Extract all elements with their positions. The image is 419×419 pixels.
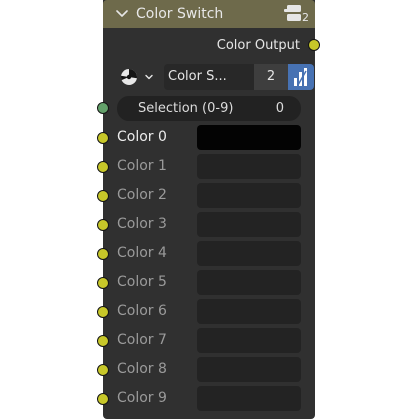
color-swatch-field[interactable]: [197, 328, 301, 353]
color-swatch-field[interactable]: [197, 299, 301, 324]
color-input-socket[interactable]: [97, 393, 109, 405]
color-input-label: Color 1: [117, 158, 167, 174]
color-swatch-field[interactable]: [197, 357, 301, 382]
color-input-label: Color 9: [117, 390, 167, 406]
selection-label: Selection (0-9): [138, 101, 234, 116]
color-input-socket[interactable]: [97, 219, 109, 231]
color-swatch-field[interactable]: [197, 270, 301, 295]
color-input-row: Color 8: [103, 356, 315, 385]
color-swatch-field[interactable]: [197, 212, 301, 237]
color-input-row: Color 6: [103, 298, 315, 327]
color-swatch-field[interactable]: [197, 183, 301, 208]
color-swatch-field[interactable]: [197, 241, 301, 266]
color-input-row: Color 4: [103, 240, 315, 269]
color-input-row: Color 2: [103, 182, 315, 211]
bar-graph-button[interactable]: [288, 64, 314, 90]
color-input-row: Color 0: [103, 124, 315, 153]
color-input-socket[interactable]: [97, 190, 109, 202]
color-swatch-field[interactable]: [197, 154, 301, 179]
color-switch-node[interactable]: Color Switch 2 Color Output Color S... 2: [103, 0, 315, 419]
color-input-label: Color 7: [117, 332, 167, 348]
switch-type-dropdown[interactable]: Color S...: [164, 64, 254, 90]
color-input-label: Color 0: [117, 129, 167, 145]
color-input-socket[interactable]: [97, 364, 109, 376]
color-swatch-field[interactable]: [197, 386, 301, 411]
color-wheel-icon: [121, 69, 137, 85]
color-mode-dropdown[interactable]: [120, 65, 158, 89]
selection-value: 0: [275, 101, 284, 116]
selection-socket[interactable]: [97, 102, 109, 114]
node-title: Color Switch: [136, 6, 224, 22]
switch-type-label: Color S...: [168, 69, 227, 84]
color-output-socket[interactable]: [308, 39, 320, 51]
chevron-down-icon: [145, 74, 153, 80]
color-input-label: Color 5: [117, 274, 167, 290]
chevron-down-icon[interactable]: [114, 6, 130, 22]
color-input-label: Color 6: [117, 303, 167, 319]
selection-field[interactable]: Selection (0-9) 0: [117, 96, 301, 121]
color-input-socket[interactable]: [97, 277, 109, 289]
color-input-socket[interactable]: [97, 306, 109, 318]
color-input-label: Color 3: [117, 216, 167, 232]
color-input-row: Color 3: [103, 211, 315, 240]
node-group-count: 2: [302, 11, 309, 24]
color-input-row: Color 7: [103, 327, 315, 356]
color-input-row: Color 1: [103, 153, 315, 182]
color-input-label: Color 8: [117, 361, 167, 377]
color-input-row: Color 9: [103, 385, 315, 414]
output-label: Color Output: [216, 38, 300, 53]
color-input-socket[interactable]: [97, 161, 109, 173]
color-swatch-field[interactable]: [197, 125, 301, 150]
color-input-row: Color 5: [103, 269, 315, 298]
color-input-label: Color 4: [117, 245, 167, 261]
color-input-socket[interactable]: [97, 132, 109, 144]
color-input-socket[interactable]: [97, 335, 109, 347]
node-header[interactable]: Color Switch 2: [103, 0, 315, 28]
bar-graph-icon: [294, 68, 307, 86]
color-input-label: Color 2: [117, 187, 167, 203]
item-count-field[interactable]: 2: [254, 64, 288, 90]
item-count-value: 2: [266, 69, 276, 84]
color-input-socket[interactable]: [97, 248, 109, 260]
